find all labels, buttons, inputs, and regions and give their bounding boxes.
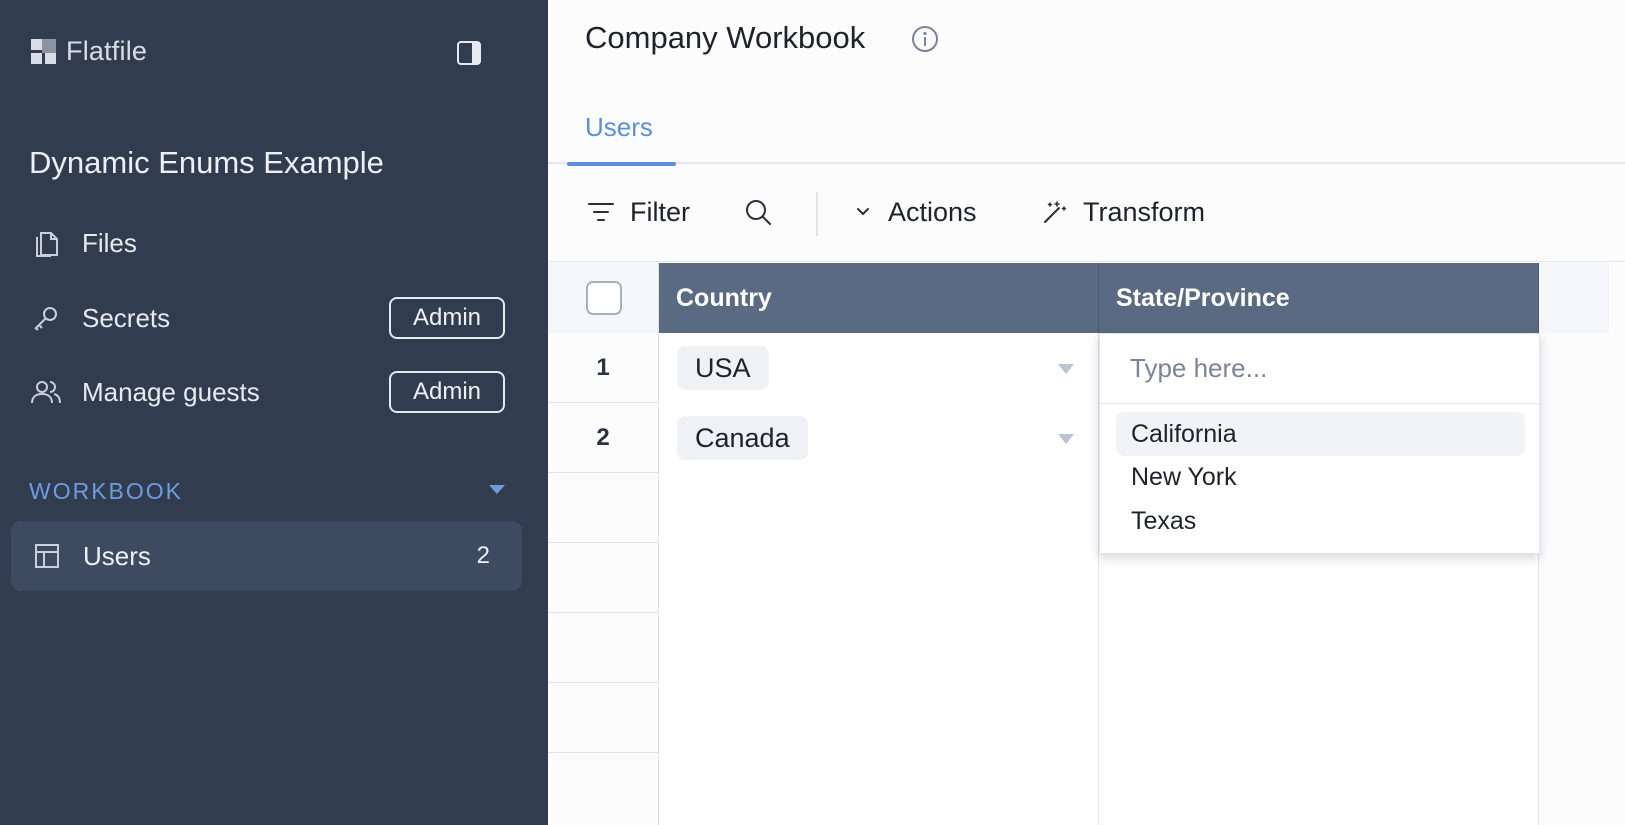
cell-country[interactable] [659, 683, 1099, 753]
search-icon [746, 200, 771, 225]
row-number[interactable] [548, 613, 659, 683]
enum-chip: Canada [677, 416, 808, 460]
table-row [548, 683, 1539, 753]
select-all-checkbox[interactable] [586, 281, 622, 315]
workbook-section-label: WORKBOOK [29, 477, 184, 504]
select-all-header [548, 263, 659, 333]
sidebar-item-secrets[interactable]: Secrets Admin [30, 296, 505, 340]
caret-down-icon[interactable] [1058, 364, 1074, 374]
filter-label: Filter [630, 196, 690, 227]
row-number[interactable]: 2 [548, 403, 659, 473]
caret-down-icon[interactable] [1058, 434, 1074, 444]
sidebar-item-label: Secrets [82, 302, 171, 333]
row-number[interactable] [548, 683, 659, 753]
cell-country[interactable] [659, 473, 1099, 543]
workbook-section-toggle[interactable]: WORKBOOK [29, 476, 507, 506]
cell-state[interactable] [1099, 683, 1539, 753]
cell-country[interactable]: Canada [659, 403, 1099, 473]
info-icon[interactable] [910, 24, 940, 54]
filter-button[interactable]: Filter [586, 192, 690, 232]
sidebar-toggle-button[interactable] [454, 38, 484, 68]
chevron-down-icon [857, 208, 869, 216]
row-number[interactable]: 1 [548, 333, 659, 403]
table-row [548, 613, 1539, 683]
tab-users[interactable]: Users [567, 90, 676, 166]
sheet-label: Users [83, 540, 151, 571]
sidebar-item-label: Files [82, 227, 137, 258]
column-header-label: State/Province [1116, 283, 1290, 312]
enum-chip: USA [677, 346, 769, 390]
key-icon [30, 302, 62, 334]
space-title: Dynamic Enums Example [29, 145, 384, 180]
search-button[interactable] [743, 192, 773, 232]
dropdown-search-input[interactable] [1100, 334, 1539, 404]
column-header-state[interactable]: State/Province [1099, 263, 1539, 333]
actions-label: Actions [888, 196, 977, 227]
data-grid: Country State/Province 1 USA 2 Canada Ty… [548, 263, 1625, 825]
cell-country[interactable] [659, 543, 1099, 613]
row-number[interactable] [548, 473, 659, 543]
column-header-label: Country [676, 283, 772, 312]
app-root: Flatfile Dynamic Enums Example Files Sec… [0, 0, 1625, 825]
enum-dropdown: California New York Texas [1099, 333, 1540, 554]
dropdown-option[interactable]: New York [1116, 455, 1525, 499]
admin-badge: Admin [388, 371, 505, 413]
admin-badge: Admin [388, 297, 505, 339]
toolbar-divider [816, 192, 818, 236]
tab-label: Users [585, 112, 653, 142]
caret-down-icon [489, 485, 505, 494]
dropdown-option[interactable]: California [1116, 412, 1525, 456]
actions-button[interactable]: Actions [852, 192, 977, 232]
toolbar: Filter Actions Transform [548, 164, 1625, 262]
brand-name: Flatfile [66, 36, 148, 66]
transform-button[interactable]: Transform [1041, 192, 1205, 232]
transform-label: Transform [1083, 196, 1206, 227]
users-icon [30, 376, 62, 408]
cell-country[interactable] [659, 753, 1099, 825]
files-icon [30, 227, 62, 259]
sidebar-item-files[interactable]: Files [30, 221, 505, 265]
record-count: 2 [476, 542, 490, 569]
magic-wand-icon [1044, 201, 1067, 223]
row-number[interactable] [548, 753, 659, 825]
row-number[interactable] [548, 543, 659, 613]
sidebar-item-label: Manage guests [82, 376, 260, 407]
sidebar-item-manage-guests[interactable]: Manage guests Admin [30, 370, 505, 414]
cell-state[interactable] [1099, 613, 1539, 683]
brand[interactable]: Flatfile [30, 36, 147, 67]
flatfile-logo-icon [31, 38, 56, 64]
sheet-tabs: Users [548, 90, 1625, 166]
main-panel: Company Workbook Users Filter Actions Tr… [548, 0, 1625, 825]
sidebar-sheet-users[interactable]: Users 2 [11, 521, 522, 591]
header-filler [1539, 263, 1609, 333]
column-header-country[interactable]: Country [659, 263, 1099, 333]
table-icon [31, 540, 63, 572]
dropdown-option[interactable]: Texas [1116, 499, 1525, 543]
cell-country[interactable] [659, 613, 1099, 683]
sidebar-collapse-icon [457, 41, 481, 65]
cell-country[interactable]: USA [659, 333, 1099, 403]
cell-state[interactable] [1099, 753, 1539, 825]
workbook-title: Company Workbook [585, 20, 866, 55]
table-row [548, 753, 1539, 825]
sidebar: Flatfile Dynamic Enums Example Files Sec… [0, 0, 548, 825]
filter-icon [588, 203, 614, 221]
